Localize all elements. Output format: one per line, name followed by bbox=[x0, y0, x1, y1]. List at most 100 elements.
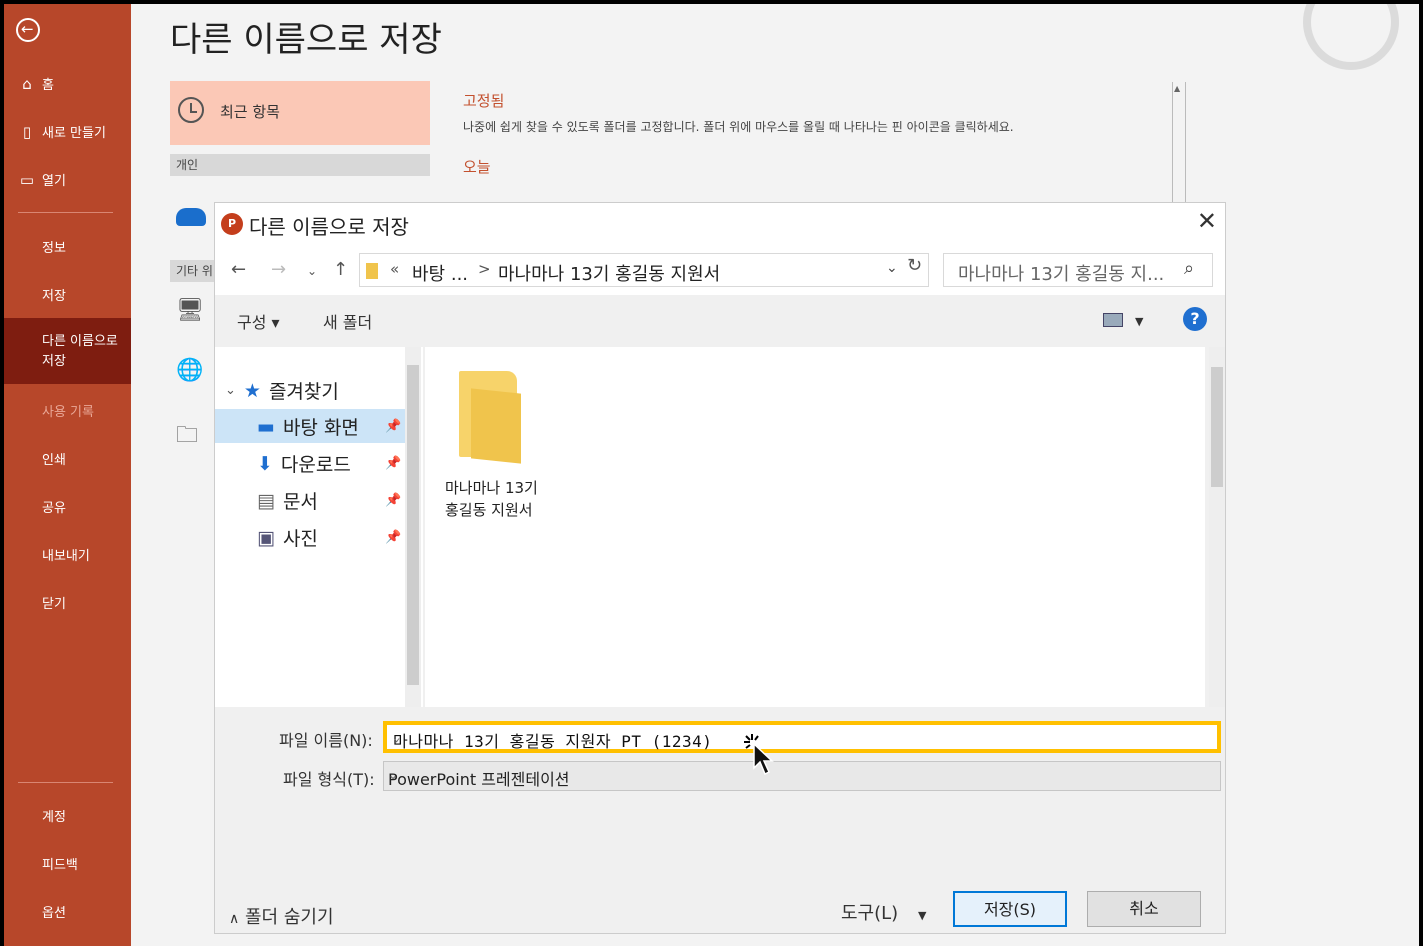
up-arrow-icon[interactable]: ↑ bbox=[333, 259, 348, 280]
search-icon[interactable]: ⌕ bbox=[1184, 258, 1194, 279]
filetype-label: 파일 형식(T): bbox=[283, 770, 375, 789]
sidebar-item-save-as[interactable]: 다른 이름으로 저장 bbox=[4, 318, 131, 384]
group-header-other: 기타 위 bbox=[170, 260, 214, 282]
nav-item-label: 사진 bbox=[282, 528, 318, 550]
scroll-up-icon[interactable]: ▲ bbox=[1174, 84, 1180, 93]
address-bar[interactable]: « 바탕 ... > 마나마나 13기 홍길동 지원서 ⌄ bbox=[359, 253, 929, 287]
hide-folders-button[interactable]: ∧ 폴더 숨기기 bbox=[229, 903, 334, 929]
sidebar-item-feedback[interactable]: 피드백 bbox=[42, 854, 78, 873]
home-icon: ⌂ bbox=[22, 74, 32, 93]
sidebar-divider bbox=[18, 782, 113, 783]
chevron-down-icon[interactable]: ⌄ bbox=[388, 768, 1216, 782]
folder-item-name[interactable]: 마나마나 13기 홍길동 지원서 bbox=[445, 477, 555, 521]
nav-item-documents[interactable]: ▤ 문서 bbox=[257, 487, 318, 514]
sidebar-item-label: 새로 만들기 bbox=[42, 126, 106, 141]
sidebar-item-account[interactable]: 계정 bbox=[42, 806, 66, 825]
sidebar-item-export[interactable]: 내보내기 bbox=[42, 545, 90, 564]
sidebar-item-share[interactable]: 공유 bbox=[42, 497, 66, 516]
sidebar-item-label: 홈 bbox=[42, 78, 54, 93]
pinned-description: 나중에 쉽게 찾을 수 있도록 폴더를 고정합니다. 폴더 위에 마우스를 올릴… bbox=[463, 120, 1014, 134]
chevron-down-icon[interactable]: ⌄ bbox=[886, 260, 898, 276]
save-button[interactable]: 저장(S) bbox=[953, 891, 1067, 927]
sidebar-item-close[interactable]: 닫기 bbox=[42, 593, 66, 612]
search-input[interactable]: 마나마나 13기 홍길동 지... ⌕ bbox=[943, 253, 1213, 287]
scrollbar-thumb[interactable] bbox=[407, 365, 419, 685]
forward-arrow-icon[interactable]: → bbox=[271, 259, 286, 280]
sidebar-item-new[interactable]: ▯ 새로 만들기 bbox=[18, 122, 106, 142]
help-icon[interactable]: ? bbox=[1183, 307, 1207, 331]
desktop-icon: ▬ bbox=[257, 415, 275, 438]
recent-locations-chevron-icon[interactable]: ⌄ bbox=[307, 264, 317, 278]
file-list-pane[interactable] bbox=[425, 347, 1205, 707]
page-title: 다른 이름으로 저장 bbox=[170, 20, 442, 60]
sidebar-item-home[interactable]: ⌂ 홈 bbox=[18, 74, 54, 94]
today-heading: 오늘 bbox=[463, 158, 491, 176]
onedrive-icon[interactable] bbox=[176, 208, 206, 226]
new-folder-button[interactable]: 새 폴더 bbox=[323, 309, 372, 333]
sidebar-item-options[interactable]: 옵션 bbox=[42, 902, 66, 921]
backstage-scrollbar[interactable]: ▲ bbox=[1172, 82, 1186, 212]
folder-icon bbox=[366, 263, 378, 279]
back-button[interactable]: ← bbox=[16, 18, 40, 42]
pin-icon[interactable]: 📌 bbox=[385, 419, 401, 434]
content-scrollbar[interactable] bbox=[1209, 347, 1225, 707]
view-options-icon[interactable] bbox=[1103, 313, 1123, 327]
backstage-sidebar: ← ⌂ 홈 ▯ 새로 만들기 ▭ 열기 정보 저장 다른 이름으로 저장 사용 … bbox=[4, 4, 131, 946]
browse-folder-icon[interactable]: 🗀 bbox=[176, 418, 206, 448]
nav-item-pictures[interactable]: ▣ 사진 bbox=[257, 524, 318, 551]
pin-icon[interactable]: 📌 bbox=[385, 456, 401, 471]
star-icon: ★ bbox=[243, 379, 261, 402]
breadcrumb-current-folder[interactable]: 마나마나 13기 홍길동 지원서 bbox=[498, 260, 720, 286]
sidebar-item-label: 인쇄 bbox=[42, 453, 66, 468]
pin-icon[interactable]: 📌 bbox=[385, 493, 401, 508]
sidebar-item-info[interactable]: 정보 bbox=[42, 237, 66, 256]
folder-icon[interactable] bbox=[459, 371, 517, 457]
group-header-personal: 개인 bbox=[170, 154, 430, 176]
sidebar-item-label: 옵션 bbox=[42, 906, 66, 921]
back-arrow-icon: ← bbox=[21, 20, 34, 38]
pin-icon[interactable]: 📌 bbox=[385, 530, 401, 545]
sidebar-item-open[interactable]: ▭ 열기 bbox=[18, 170, 66, 190]
sidebar-item-history[interactable]: 사용 기록 bbox=[42, 401, 94, 420]
tools-dropdown-icon: ▼ bbox=[917, 909, 927, 922]
nav-item-downloads[interactable]: ⬇ 다운로드 bbox=[257, 450, 351, 477]
location-recent-label: 최근 항목 bbox=[220, 103, 280, 121]
dialog-title: 다른 이름으로 저장 bbox=[249, 215, 409, 239]
tools-label: 도구(L) bbox=[841, 903, 899, 924]
breadcrumb-desktop[interactable]: 바탕 ... bbox=[412, 260, 468, 286]
organize-button[interactable]: 구성 ▾ bbox=[237, 309, 280, 333]
location-recent[interactable]: 최근 항목 bbox=[170, 81, 430, 145]
close-icon[interactable]: ✕ bbox=[1197, 207, 1217, 235]
breadcrumb-overflow[interactable]: « bbox=[390, 260, 399, 278]
decorative-graphic bbox=[1303, 4, 1399, 70]
sidebar-item-label: 내보내기 bbox=[42, 549, 90, 564]
powerpoint-window: ← ⌂ 홈 ▯ 새로 만들기 ▭ 열기 정보 저장 다른 이름으로 저장 사용 … bbox=[4, 4, 1419, 946]
add-place-icon[interactable]: 🌐 bbox=[176, 358, 206, 388]
nav-item-desktop[interactable]: ▬ 바탕 화면 bbox=[257, 413, 359, 440]
open-folder-icon: ▭ bbox=[19, 170, 35, 189]
nav-favorites[interactable]: ⌄ ★ 즐겨찾기 bbox=[225, 377, 339, 404]
filename-label: 파일 이름(N): bbox=[279, 731, 373, 750]
refresh-icon[interactable]: ↻ bbox=[907, 255, 922, 276]
sidebar-item-label: 다른 이름으로 저장 bbox=[42, 334, 118, 369]
sidebar-item-label: 닫기 bbox=[42, 597, 66, 612]
scrollbar-thumb[interactable] bbox=[1211, 367, 1223, 487]
filename-input[interactable]: 마나마나 13기 홍길동 지원자 PT (1234) ⌄ bbox=[383, 721, 1221, 753]
navigation-scrollbar[interactable] bbox=[405, 347, 421, 707]
sidebar-item-label: 계정 bbox=[42, 810, 66, 825]
tools-button[interactable]: 도구(L) ▼ bbox=[841, 899, 926, 925]
filetype-select[interactable]: PowerPoint 프레젠테이션 ⌄ bbox=[383, 761, 1221, 791]
picture-icon: ▣ bbox=[257, 526, 275, 549]
expand-chevron-icon[interactable]: ⌄ bbox=[225, 383, 236, 398]
cancel-button[interactable]: 취소 bbox=[1087, 891, 1201, 927]
chevron-down-icon[interactable]: ⌄ bbox=[393, 730, 1215, 744]
breadcrumb-separator-icon: > bbox=[478, 260, 491, 278]
sidebar-item-print[interactable]: 인쇄 bbox=[42, 449, 66, 468]
clock-icon bbox=[178, 97, 204, 123]
this-pc-icon[interactable]: 🖥 bbox=[176, 298, 206, 328]
chevron-up-icon: ∧ bbox=[229, 911, 240, 927]
sidebar-item-save[interactable]: 저장 bbox=[42, 285, 66, 304]
back-arrow-icon[interactable]: ← bbox=[231, 259, 246, 280]
view-dropdown-icon[interactable]: ▼ bbox=[1135, 315, 1143, 328]
sidebar-item-label: 공유 bbox=[42, 501, 66, 516]
